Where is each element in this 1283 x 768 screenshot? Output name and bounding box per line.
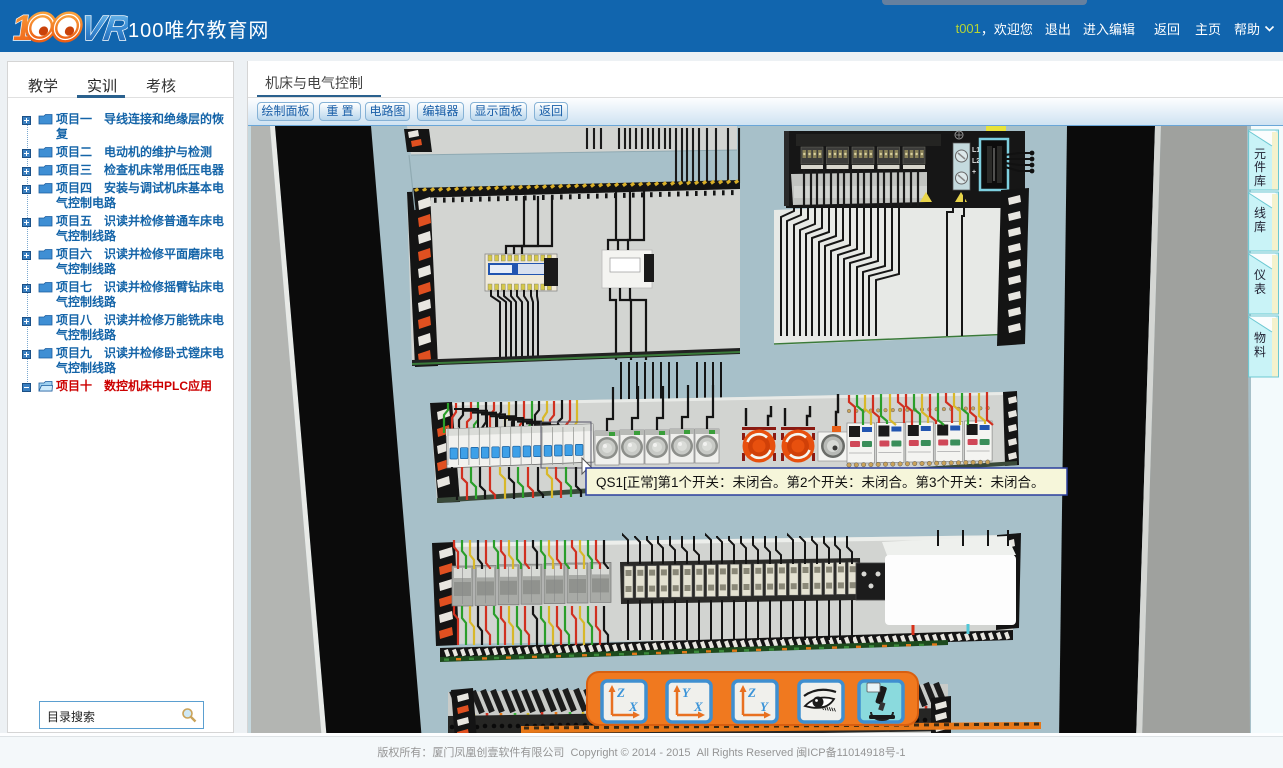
svg-text:Z: Z xyxy=(747,685,756,700)
svg-text:+: + xyxy=(972,169,976,176)
svg-text:表: 表 xyxy=(1254,282,1266,296)
svg-text:库: 库 xyxy=(1254,219,1266,234)
svg-text:X: X xyxy=(628,699,638,714)
svg-text:线: 线 xyxy=(1254,206,1266,220)
svg-text:件: 件 xyxy=(1254,160,1266,174)
svg-text:料: 料 xyxy=(1254,345,1266,359)
svg-text:Z: Z xyxy=(616,685,625,700)
svg-text:VR: VR xyxy=(78,9,128,48)
svg-text:仪: 仪 xyxy=(1254,268,1266,282)
svg-text:Y: Y xyxy=(682,685,691,700)
svg-text:QS1[正常]第1个开关：未闭合。第2个开关：未闭合。第3个: QS1[正常]第1个开关：未闭合。第2个开关：未闭合。第3个开关：未闭合。 xyxy=(596,474,1045,490)
svg-text:X: X xyxy=(693,699,703,714)
svg-text:库: 库 xyxy=(1254,173,1266,188)
svg-text:元: 元 xyxy=(1254,147,1266,161)
svg-text:Y: Y xyxy=(760,699,769,714)
svg-text:物: 物 xyxy=(1254,331,1266,345)
